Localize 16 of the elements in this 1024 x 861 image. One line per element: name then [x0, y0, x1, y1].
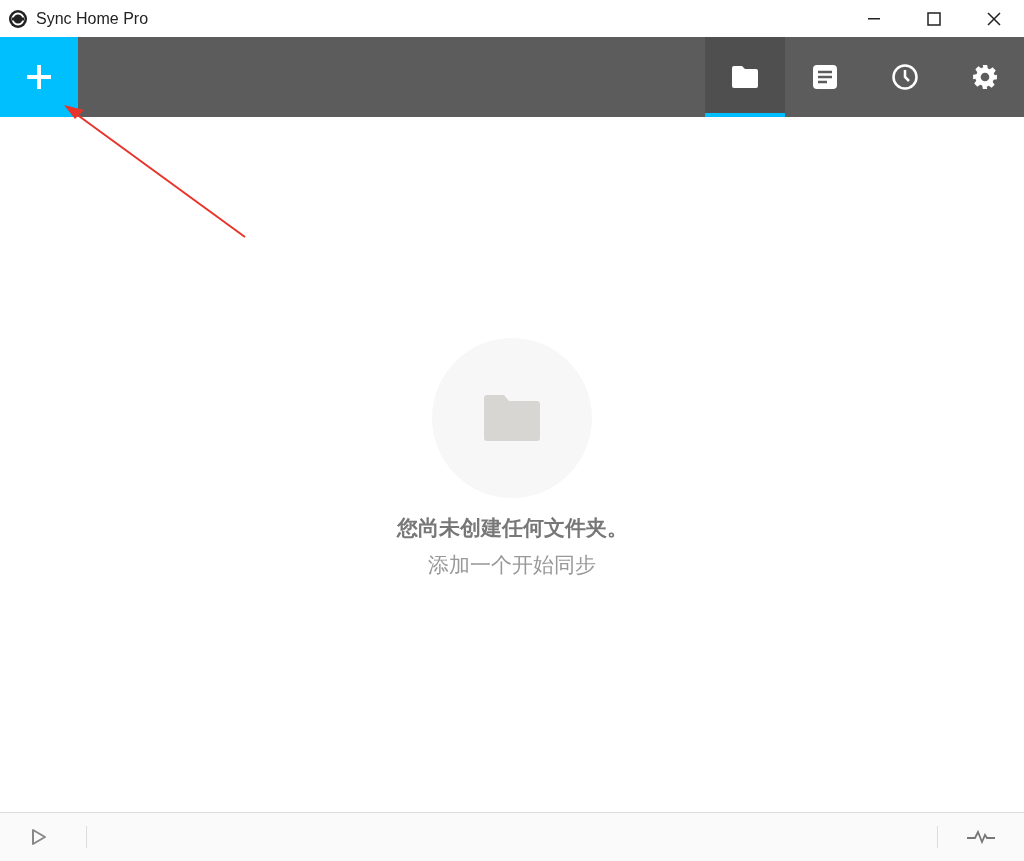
clock-icon	[892, 64, 918, 90]
window-title: Sync Home Pro	[36, 8, 149, 29]
app-logo-icon	[8, 8, 28, 29]
empty-state-title: 您尚未创建任何文件夹。	[396, 514, 628, 542]
folder-icon	[484, 395, 540, 441]
play-icon	[31, 828, 47, 846]
empty-state-subtitle: 添加一个开始同步	[428, 551, 596, 579]
close-icon	[987, 11, 1001, 26]
folder-icon	[732, 66, 758, 88]
settings-icon	[972, 64, 998, 90]
toolbar-tab[interactable]	[705, 37, 785, 117]
plus-icon	[26, 64, 52, 90]
pulse-icon	[966, 829, 996, 845]
maximize-icon	[927, 11, 941, 26]
minimize-icon	[868, 17, 880, 20]
document-icon	[813, 65, 837, 89]
